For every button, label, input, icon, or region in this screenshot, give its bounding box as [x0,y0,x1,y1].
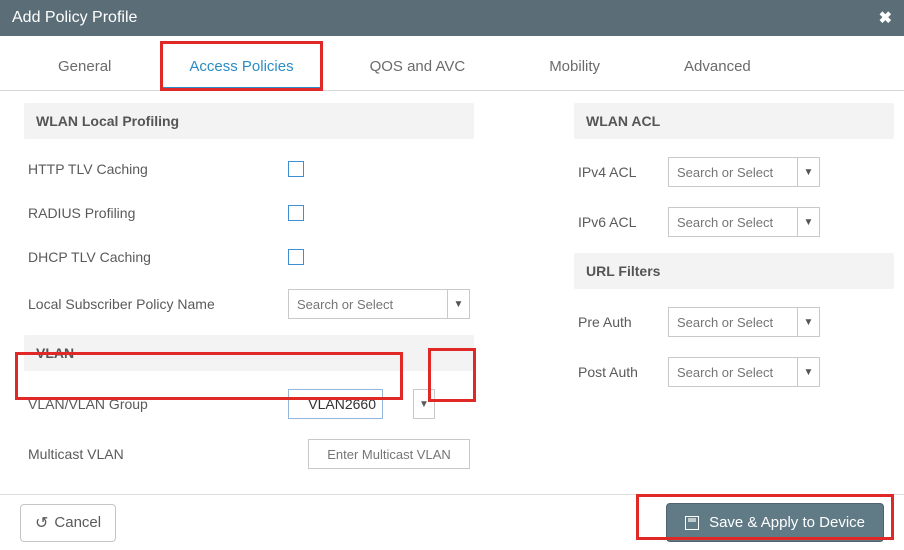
row-ipv4-acl: IPv4 ACL ▼ [574,147,894,197]
row-radius-profiling: RADIUS Profiling [24,191,474,235]
label-ipv6-acl: IPv6 ACL [578,214,668,230]
dropdown-icon[interactable]: ▼ [798,157,820,187]
select-ipv6-acl[interactable]: ▼ [668,207,820,237]
dropdown-icon[interactable]: ▼ [798,307,820,337]
dropdown-icon[interactable]: ▼ [448,289,470,319]
row-http-tlv-caching: HTTP TLV Caching [24,147,474,191]
input-ipv4-acl[interactable] [668,157,798,187]
titlebar: Add Policy Profile ✖ [0,0,904,36]
section-wlan-acl-header: WLAN ACL [574,103,894,139]
dropdown-icon[interactable]: ▼ [798,207,820,237]
tab-qos-and-avc[interactable]: QOS and AVC [342,46,494,90]
checkbox-radius-profiling[interactable] [288,205,304,221]
label-local-subscriber: Local Subscriber Policy Name [28,296,288,312]
row-vlan-group: VLAN/VLAN Group ▼ [24,379,474,429]
right-column: WLAN ACL IPv4 ACL ▼ IPv6 ACL ▼ URL Filte… [574,103,894,486]
save-apply-button-label: Save & Apply to Device [709,514,865,531]
label-ipv4-acl: IPv4 ACL [578,164,668,180]
row-pre-auth: Pre Auth ▼ [574,297,894,347]
input-ipv6-acl[interactable] [668,207,798,237]
label-post-auth: Post Auth [578,364,668,380]
tab-general[interactable]: General [30,46,139,90]
add-policy-profile-window: Add Policy Profile ✖ General Access Poli… [0,0,904,550]
save-apply-button[interactable]: Save & Apply to Device [666,503,884,542]
label-dhcp-tlv: DHCP TLV Caching [28,249,288,265]
checkbox-dhcp-tlv[interactable] [288,249,304,265]
checkbox-http-tlv[interactable] [288,161,304,177]
tab-mobility[interactable]: Mobility [521,46,628,90]
footer-bar: ↺ Cancel Save & Apply to Device [0,494,904,550]
tab-advanced[interactable]: Advanced [656,46,779,90]
input-pre-auth[interactable] [668,307,798,337]
section-wlan-local-profiling-header: WLAN Local Profiling [24,103,474,139]
label-multicast-vlan: Multicast VLAN [28,446,308,462]
label-pre-auth: Pre Auth [578,314,668,330]
row-dhcp-tlv-caching: DHCP TLV Caching [24,235,474,279]
cancel-button-label: Cancel [54,514,101,531]
section-vlan-header: VLAN [24,335,474,371]
row-local-subscriber-policy: Local Subscriber Policy Name ▼ [24,279,474,329]
cancel-button[interactable]: ↺ Cancel [20,504,116,542]
select-ipv4-acl[interactable]: ▼ [668,157,820,187]
undo-icon: ↺ [35,513,48,533]
input-local-subscriber[interactable] [288,289,448,319]
close-icon[interactable]: ✖ [879,8,892,28]
left-column: WLAN Local Profiling HTTP TLV Caching RA… [24,103,474,486]
tab-access-policies[interactable]: Access Policies [161,42,321,90]
row-multicast-vlan: Multicast VLAN [24,429,474,479]
tabs-bar: General Access Policies QOS and AVC Mobi… [0,46,904,91]
label-vlan-group: VLAN/VLAN Group [28,396,288,412]
input-post-auth[interactable] [668,357,798,387]
save-icon [685,516,699,530]
window-title: Add Policy Profile [12,9,879,27]
label-radius-profiling: RADIUS Profiling [28,205,288,221]
row-post-auth: Post Auth ▼ [574,347,894,397]
content-area: WLAN Local Profiling HTTP TLV Caching RA… [0,91,904,494]
row-ipv6-acl: IPv6 ACL ▼ [574,197,894,247]
input-vlan-group[interactable] [288,389,383,419]
select-local-subscriber[interactable]: ▼ [288,289,470,319]
dropdown-vlan-group-icon[interactable]: ▼ [413,389,435,419]
label-http-tlv: HTTP TLV Caching [28,161,288,177]
input-multicast-vlan[interactable] [308,439,470,469]
dropdown-icon[interactable]: ▼ [798,357,820,387]
select-post-auth[interactable]: ▼ [668,357,820,387]
select-pre-auth[interactable]: ▼ [668,307,820,337]
section-url-filters-header: URL Filters [574,253,894,289]
